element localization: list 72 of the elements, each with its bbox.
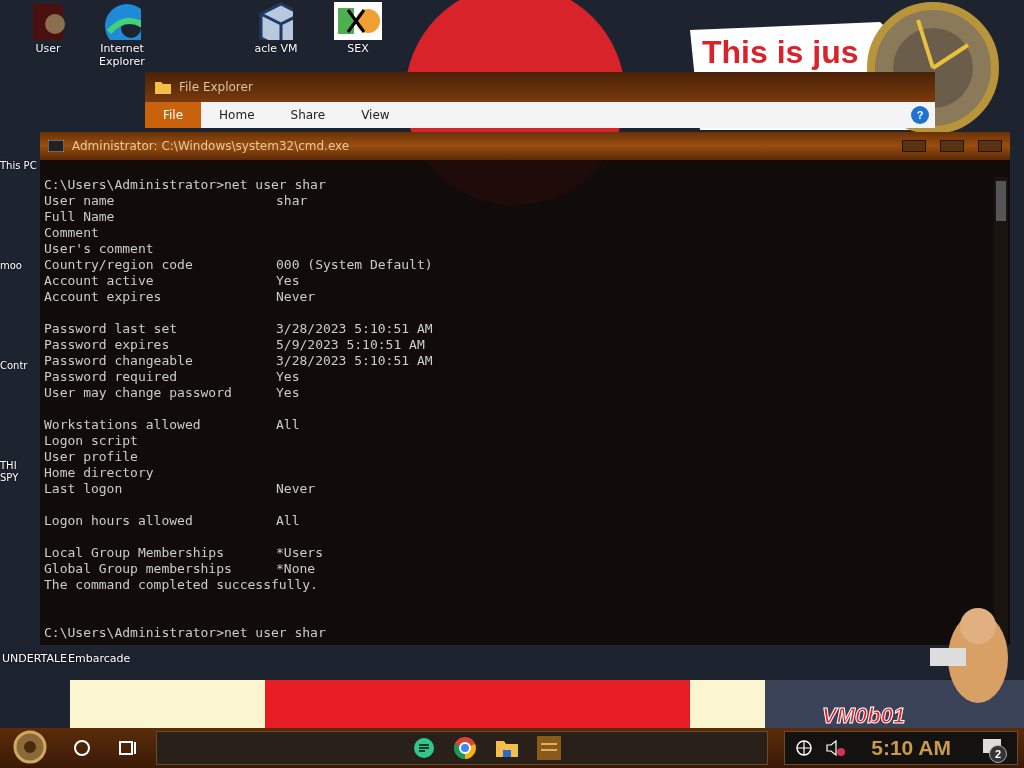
console-icon <box>48 140 64 152</box>
field-value: 3/28/2023 5:10:51 AM <box>276 353 434 369</box>
folder-icon <box>155 80 171 94</box>
field-label: Last logon <box>44 481 124 497</box>
app-logo-icon <box>334 2 382 40</box>
ribbon-tab[interactable]: Share <box>272 102 344 128</box>
field-label: Workstations allowed <box>44 417 202 433</box>
wallpaper-text: VM0b01 <box>822 703 906 729</box>
field-value: shar <box>276 193 309 209</box>
desktop-icon-label[interactable]: SEX <box>347 42 369 55</box>
field-label: User profile <box>44 449 139 465</box>
field-value: Yes <box>276 273 301 289</box>
field-label: Country/region code <box>44 257 194 273</box>
field-label: Password last set <box>44 321 179 337</box>
desktop-icon-label[interactable]: Embarcade <box>68 652 131 665</box>
field-value: *None <box>276 561 317 577</box>
desktop-icon-label[interactable]: moo <box>0 260 38 272</box>
field-label: Full Name <box>44 209 116 225</box>
field-value: All <box>276 513 301 529</box>
app-tile-icon[interactable] <box>537 736 561 760</box>
scrollbar[interactable] <box>994 177 1008 645</box>
clock-time[interactable]: 5:10 AM <box>871 736 951 760</box>
console-line: The command completed successfully. <box>44 577 319 593</box>
circle-icon <box>73 739 91 757</box>
desktop-icon-label[interactable]: User <box>35 42 61 55</box>
field-label: Logon hours allowed <box>44 513 194 529</box>
field-label: Home directory <box>44 465 155 481</box>
field-label: Password expires <box>44 337 171 353</box>
field-label: Account expires <box>44 289 163 305</box>
field-label: Local Group Memberships <box>44 545 225 561</box>
folder-icon[interactable] <box>495 738 519 758</box>
field-label: User may change password <box>44 385 233 401</box>
window-title: Administrator: C:\Windows\system32\cmd.exe <box>72 139 350 153</box>
sign-text: This is jus <box>702 34 859 71</box>
desktop-icon-label[interactable]: UNDERTALE <box>2 652 67 665</box>
field-label: Account active <box>44 273 155 289</box>
ribbon-tab[interactable]: View <box>343 102 408 128</box>
ribbon-tab[interactable]: File <box>145 102 202 128</box>
field-label: Comment <box>44 225 100 241</box>
notifications-button[interactable]: 2 <box>977 733 1007 763</box>
task-view-icon <box>118 739 138 757</box>
console-line: C:\Users\Administrator>net user shar <box>44 177 327 193</box>
desktop-icon-label[interactable]: This PC <box>0 160 38 172</box>
network-icon[interactable] <box>795 739 814 757</box>
field-value: Never <box>276 481 317 497</box>
field-value: 3/28/2023 5:10:51 AM <box>276 321 434 337</box>
chrome-icon[interactable] <box>453 736 477 760</box>
field-value: Yes <box>276 369 301 385</box>
desktop-icon-label[interactable]: THI SPY <box>0 460 38 484</box>
desktop-icon-label[interactable]: Internet Explorer <box>90 42 154 68</box>
help-button[interactable]: ? <box>911 106 929 124</box>
field-label: Logon script <box>44 433 139 449</box>
desktop-icon-label[interactable]: acle VM <box>254 42 298 55</box>
desktop-icon-label[interactable]: Contr <box>0 360 38 372</box>
field-label: Global Group memberships <box>44 561 233 577</box>
field-label: Password required <box>44 369 179 385</box>
field-value: 5/9/2023 5:10:51 AM <box>276 337 426 353</box>
cube-icon <box>258 2 294 40</box>
notification-count: 2 <box>989 745 1007 763</box>
field-value: 000 (System Default) <box>276 257 434 273</box>
field-value: All <box>276 417 301 433</box>
field-label: User's comment <box>44 241 155 257</box>
console-line: C:\Users\Administrator>net user shar <box>44 625 327 641</box>
ribbon-tab[interactable]: Home <box>201 102 273 128</box>
field-value: *Users <box>276 545 324 561</box>
muted-speaker-icon[interactable] <box>825 739 846 757</box>
chat-icon[interactable] <box>413 737 435 759</box>
window-title: File Explorer <box>179 80 253 94</box>
field-value: Yes <box>276 385 301 401</box>
field-label: Password changeable <box>44 353 194 369</box>
field-value: Never <box>276 289 317 305</box>
field-label: User name <box>44 193 116 209</box>
